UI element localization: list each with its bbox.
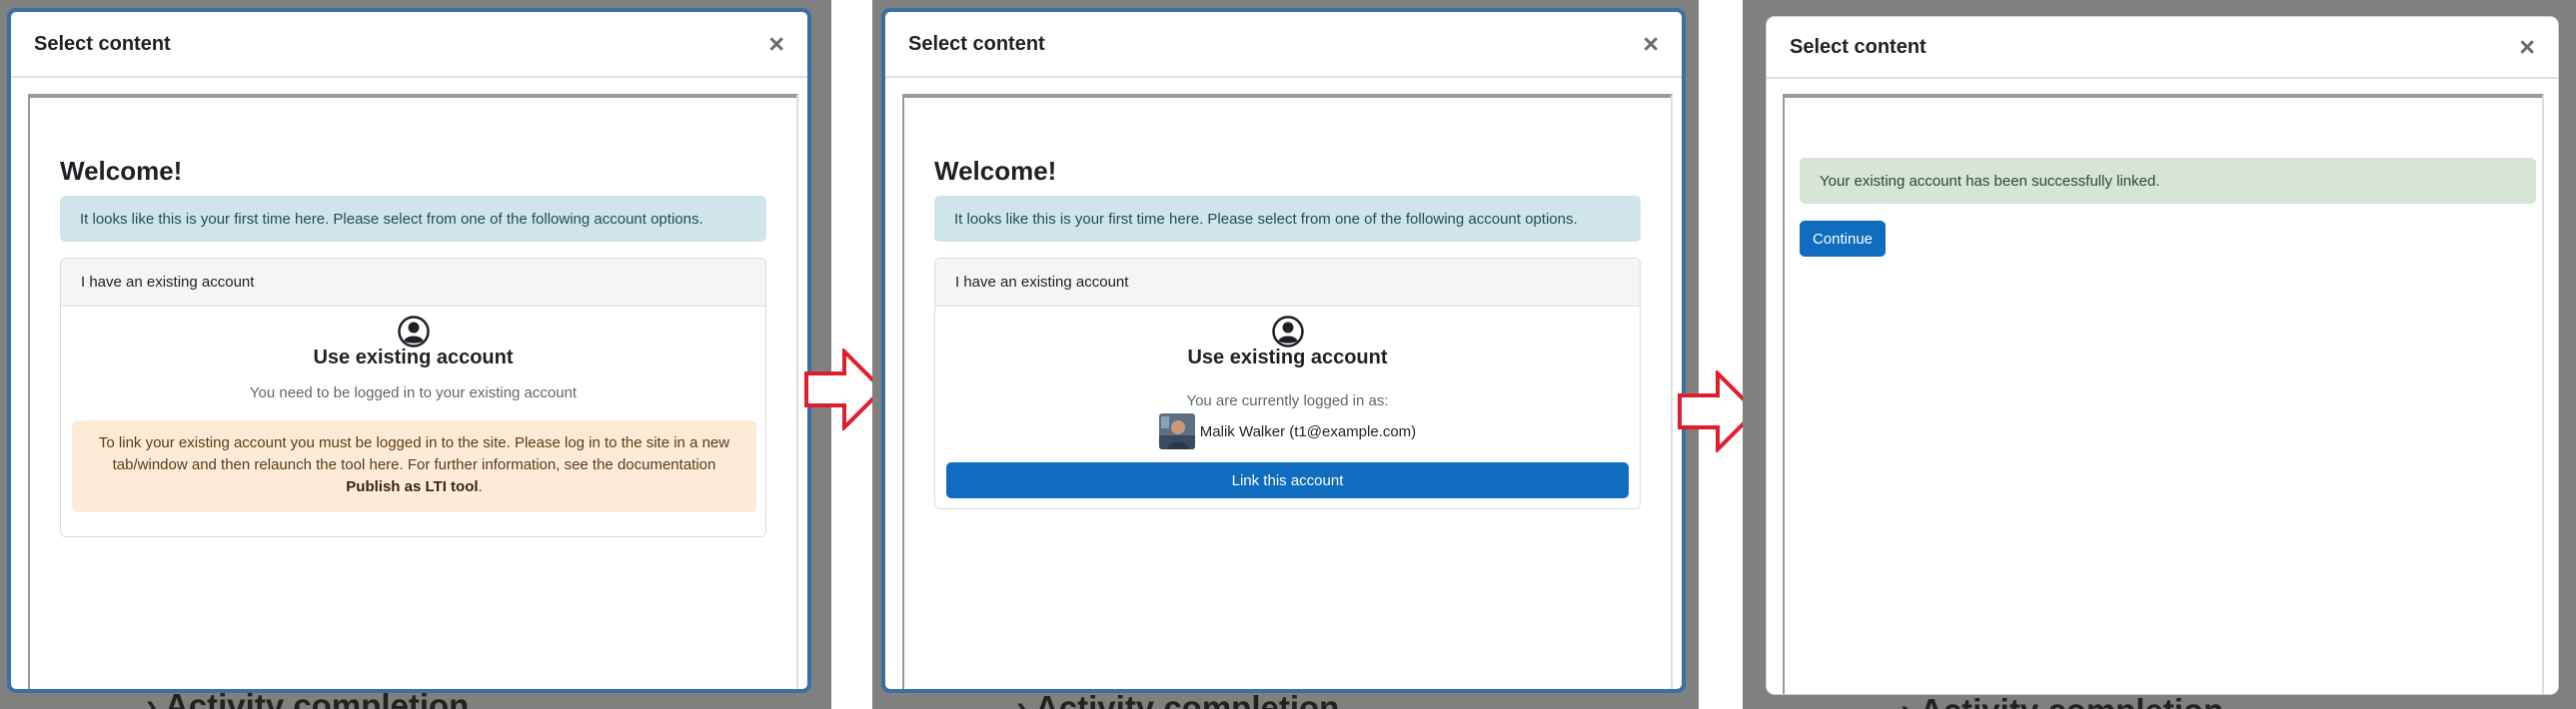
welcome-heading: Welcome! — [60, 156, 183, 186]
user-name: Malik Walker (t1@example.com) — [1199, 422, 1417, 440]
card-header: I have an existing account — [935, 259, 1640, 307]
warning-end: . — [478, 478, 483, 495]
login-required-text: You need to be logged in to your existin… — [249, 384, 578, 401]
card-title: Use existing account — [1187, 347, 1388, 368]
close-button[interactable]: × — [1643, 30, 1659, 58]
card-header: I have an existing account — [61, 259, 765, 307]
link-account-button[interactable]: Link this account — [946, 462, 1629, 498]
select-content-modal: Select content × Welcome! It looks like … — [881, 8, 1686, 693]
info-alert: It looks like this is your first time he… — [60, 196, 766, 242]
logged-in-as-label: You are currently logged in as: — [1186, 392, 1389, 409]
select-content-modal: Select content × Welcome! It looks like … — [7, 8, 811, 693]
continue-button[interactable]: Continue — [1800, 221, 1886, 257]
warning-alert: To link your existing account you must b… — [72, 420, 756, 512]
info-alert-text: It looks like this is your first time he… — [954, 210, 1578, 228]
select-content-modal: Select content × Your existing account h… — [1766, 16, 2559, 695]
welcome-heading: Welcome! — [934, 156, 1057, 186]
modal-title: Select content — [34, 32, 171, 55]
success-alert: Your existing account has been successfu… — [1800, 158, 2536, 204]
avatar — [1158, 413, 1195, 449]
modal-title: Select content — [1790, 35, 1927, 58]
close-button[interactable]: × — [2519, 33, 2535, 61]
modal-header: Select content × — [11, 12, 807, 78]
success-alert-text: Your existing account has been successfu… — [1820, 172, 2160, 190]
modal-header: Select content × — [1767, 17, 2558, 79]
warning-text: To link your existing account you must b… — [98, 434, 730, 473]
existing-account-card: I have an existing account Use existing … — [934, 258, 1641, 509]
info-alert: It looks like this is your first time he… — [934, 196, 1641, 242]
modal-title: Select content — [908, 32, 1045, 55]
info-alert-text: It looks like this is your first time he… — [80, 210, 703, 228]
logged-in-user: Malik Walker (t1@example.com) — [935, 413, 1640, 449]
documentation-link[interactable]: Publish as LTI tool — [346, 478, 478, 495]
card-title: Use existing account — [313, 347, 514, 368]
user-circle-icon — [1271, 316, 1304, 348]
content-iframe: Welcome! It looks like this is your firs… — [902, 94, 1673, 689]
content-iframe: Welcome! It looks like this is your firs… — [28, 94, 798, 689]
user-circle-icon — [397, 316, 430, 348]
existing-account-card: I have an existing account Use existing … — [60, 258, 766, 537]
content-iframe: Your existing account has been successfu… — [1783, 94, 2544, 694]
modal-header: Select content × — [885, 12, 1682, 78]
close-button[interactable]: × — [768, 30, 784, 58]
